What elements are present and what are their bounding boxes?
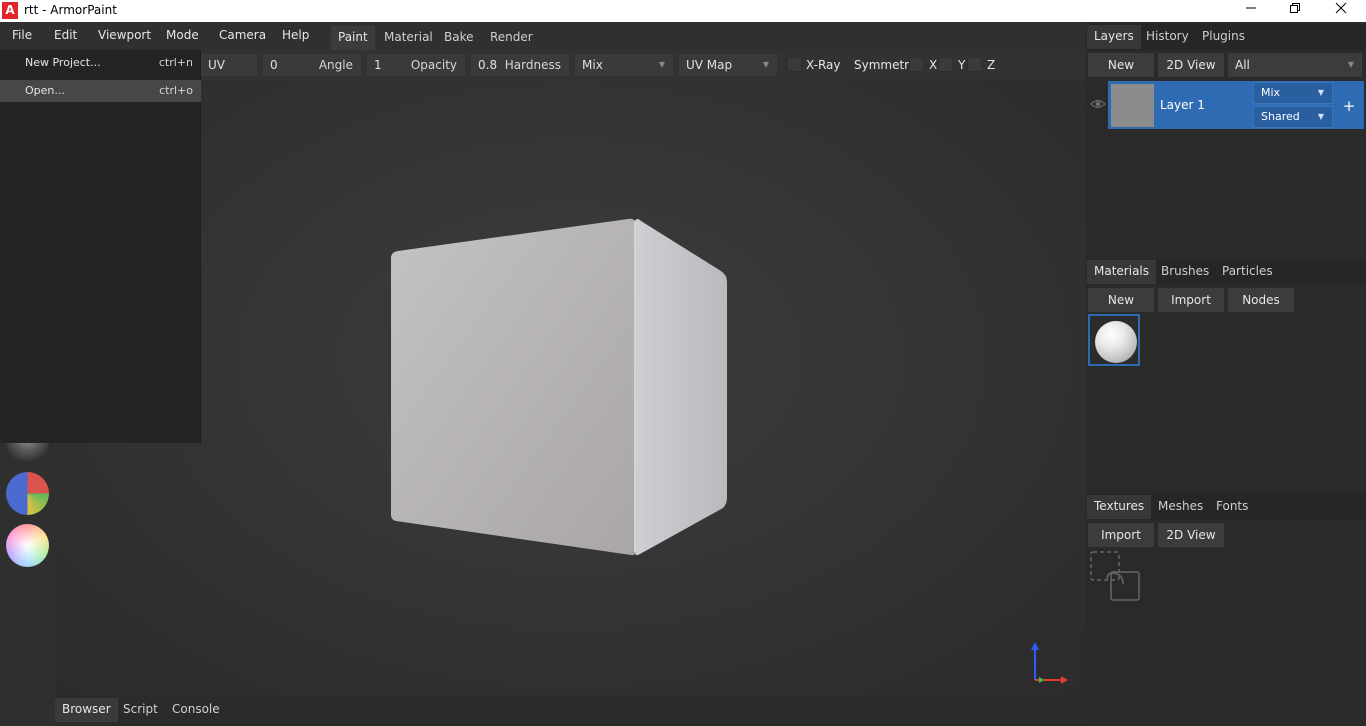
layer-mode-select[interactable]: Shared ▼ — [1253, 106, 1333, 128]
symmetry-y-checkbox[interactable] — [938, 57, 953, 72]
tab-console[interactable]: Console — [165, 698, 227, 722]
tab-bake[interactable]: Bake — [437, 26, 481, 50]
tab-paint[interactable]: Paint — [331, 26, 375, 50]
angle-field[interactable]: 0 Angle — [263, 54, 361, 76]
cube-mesh — [391, 218, 727, 556]
layer-filter-value: All — [1235, 58, 1250, 72]
tab-particles[interactable]: Particles — [1215, 260, 1280, 284]
tab-material[interactable]: Material — [377, 26, 440, 50]
tab-plugins[interactable]: Plugins — [1195, 25, 1252, 49]
tab-textures[interactable]: Textures — [1087, 495, 1152, 519]
menu-edit[interactable]: Edit — [54, 28, 77, 42]
chevron-down-icon: ▼ — [1317, 88, 1324, 97]
title-bar: A rtt - ArmorPaint — [0, 0, 1366, 22]
close-icon[interactable] — [1318, 0, 1364, 22]
drop-files-icon — [1090, 551, 1140, 601]
blend-mode-value: Mix — [582, 58, 603, 72]
import-material-button[interactable]: Import — [1158, 288, 1224, 312]
color-wheel-icon[interactable] — [6, 524, 49, 567]
window-title: rtt - ArmorPaint — [24, 3, 117, 17]
chevron-down-icon: ▼ — [658, 60, 665, 69]
tab-history[interactable]: History — [1139, 25, 1196, 49]
tab-brushes[interactable]: Brushes — [1154, 260, 1216, 284]
layer-blend-select[interactable]: Mix ▼ — [1253, 82, 1333, 104]
opacity-value: 1 — [374, 58, 382, 72]
layers-2d-view-button[interactable]: 2D View — [1158, 53, 1224, 77]
angle-label: Angle — [318, 58, 353, 72]
symmetry-x-checkbox[interactable] — [909, 57, 924, 72]
menu-bar: File Edit Viewport Mode Camera Help — [0, 22, 1086, 50]
uv-map-value: UV Map — [686, 58, 733, 72]
import-texture-button[interactable]: Import — [1088, 523, 1154, 547]
new-project-label: New Project... — [25, 56, 101, 69]
xray-label: X-Ray — [806, 58, 841, 72]
new-layer-button[interactable]: New — [1088, 53, 1154, 77]
chevron-down-icon: ▼ — [762, 60, 769, 69]
menu-item-open[interactable]: Open... ctrl+o — [0, 80, 201, 102]
chevron-down-icon: ▼ — [1317, 112, 1324, 121]
hardness-label: Hardness — [504, 58, 561, 72]
eye-icon[interactable] — [1090, 97, 1106, 111]
symmetry-y-label: Y — [958, 58, 966, 72]
tab-meshes[interactable]: Meshes — [1151, 495, 1210, 519]
hardness-value: 0.8 — [478, 58, 498, 72]
menu-camera[interactable]: Camera — [219, 28, 266, 42]
add-layer-mask-button[interactable]: + — [1338, 96, 1360, 116]
app-logo-icon: A — [2, 2, 18, 19]
hardness-field[interactable]: 0.8 Hardness — [471, 54, 569, 76]
symmetry-x-label: X — [929, 58, 938, 72]
menu-help[interactable]: Help — [282, 28, 309, 42]
layer-filter-select[interactable]: All ▼ — [1228, 53, 1362, 77]
menu-viewport[interactable]: Viewport — [98, 28, 151, 42]
symmetry-z-checkbox[interactable] — [967, 57, 982, 72]
symmetry-z-label: Z — [987, 58, 996, 72]
open-label: Open... — [25, 84, 65, 97]
tab-fonts[interactable]: Fonts — [1209, 495, 1255, 519]
uv-map-select[interactable]: UV Map ▼ — [679, 54, 777, 76]
new-project-shortcut: ctrl+n — [158, 56, 193, 69]
layer-blend-value: Mix — [1261, 86, 1281, 99]
angle-value: 0 — [270, 58, 278, 72]
layer-name: Layer 1 — [1160, 98, 1205, 112]
layer-mode-value: Shared — [1261, 110, 1300, 123]
menu-mode[interactable]: Mode — [166, 28, 199, 42]
3d-viewport[interactable] — [55, 80, 1086, 696]
tab-materials[interactable]: Materials — [1087, 260, 1157, 284]
material-channels-icon[interactable] — [6, 472, 49, 515]
menu-file[interactable]: File — [12, 28, 32, 42]
xray-checkbox[interactable] — [787, 57, 802, 72]
material-nodes-button[interactable]: Nodes — [1228, 288, 1294, 312]
menu-item-new-project[interactable]: New Project... ctrl+n — [0, 52, 201, 74]
opacity-field[interactable]: 1 Opacity — [367, 54, 465, 76]
restore-icon[interactable] — [1272, 0, 1318, 22]
new-material-button[interactable]: New — [1088, 288, 1154, 312]
textures-2d-view-button[interactable]: 2D View — [1158, 523, 1224, 547]
symmetry-label: Symmetry — [854, 58, 917, 72]
open-shortcut: ctrl+o — [159, 84, 193, 97]
layer-thumbnail — [1111, 84, 1154, 127]
tab-render[interactable]: Render — [483, 26, 540, 50]
material-slot[interactable] — [1088, 314, 1140, 366]
material-sphere-icon — [1095, 321, 1137, 363]
chevron-down-icon: ▼ — [1347, 60, 1354, 69]
uv-scale-field[interactable]: UV Scale — [201, 54, 257, 94]
file-menu-dropdown: New Project... ctrl+n Open... ctrl+o — [0, 50, 201, 443]
axis-gizmo-icon — [1031, 642, 1068, 684]
tab-layers[interactable]: Layers — [1087, 25, 1141, 49]
opacity-label: Opacity — [410, 58, 457, 72]
minimize-icon[interactable] — [1228, 0, 1274, 22]
tab-script[interactable]: Script — [116, 698, 165, 722]
blend-mode-select[interactable]: Mix ▼ — [575, 54, 673, 76]
tab-browser[interactable]: Browser — [55, 698, 118, 722]
